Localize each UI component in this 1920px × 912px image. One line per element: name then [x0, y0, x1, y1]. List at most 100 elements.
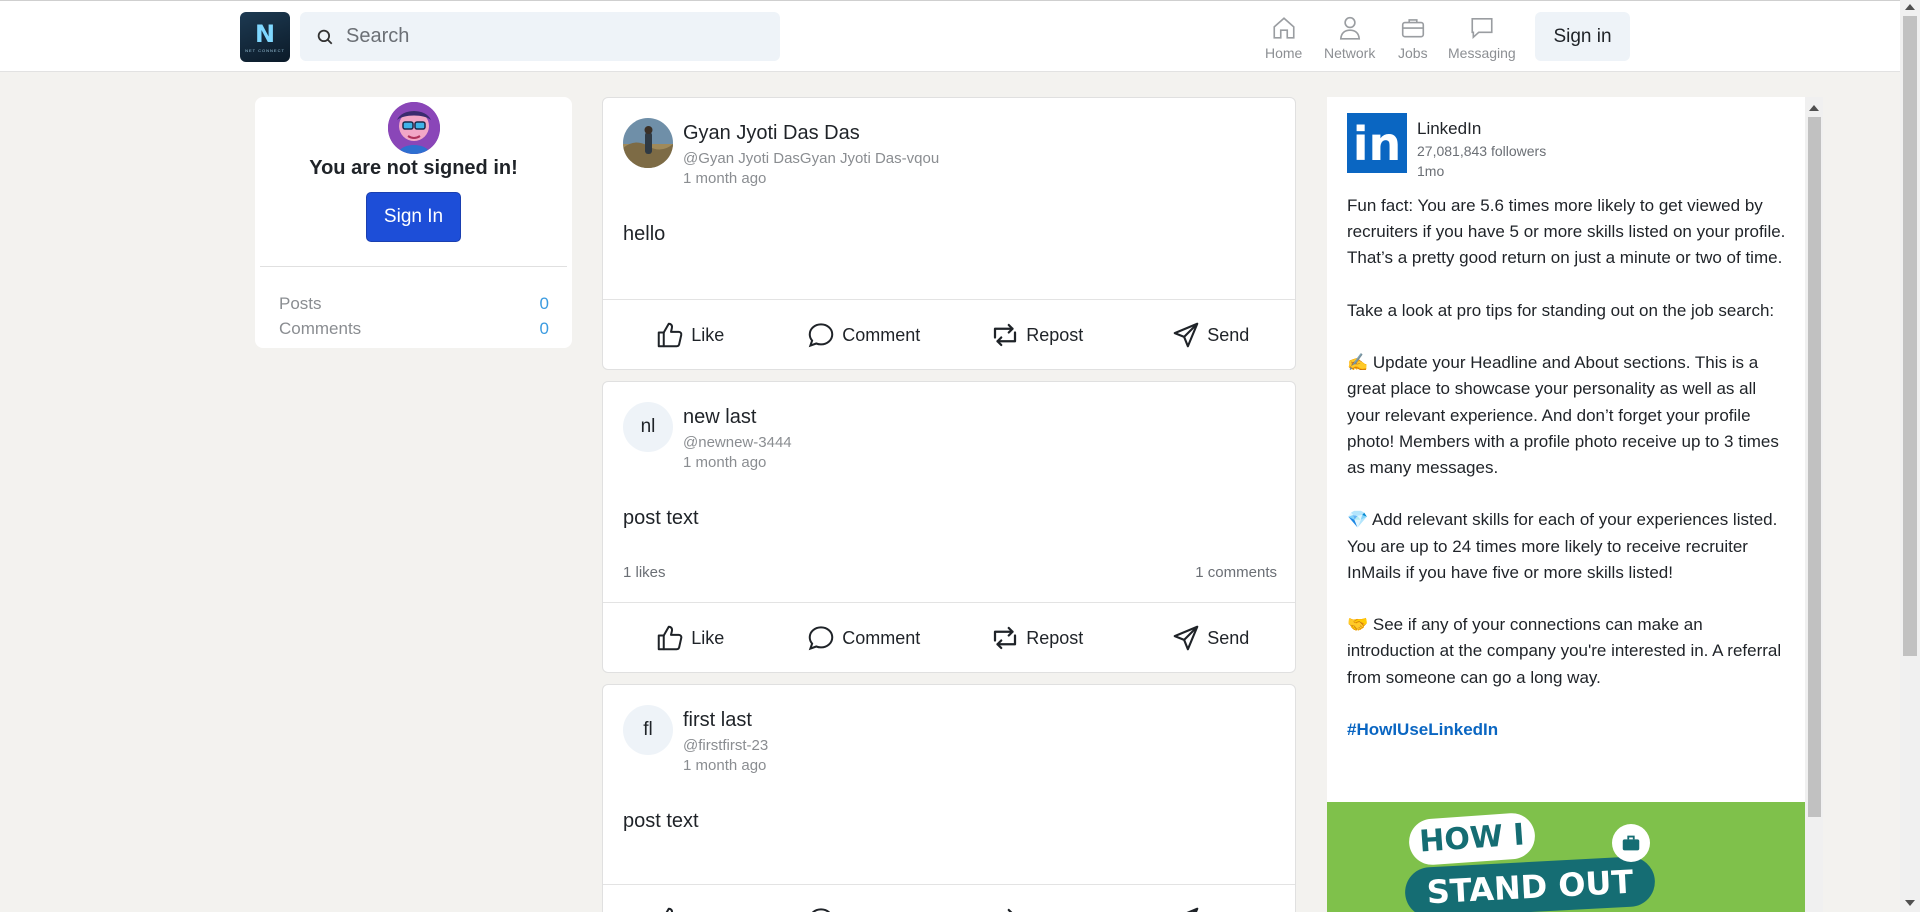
- like-label: Like: [691, 627, 725, 648]
- promo-image-line1: HOW I: [1407, 811, 1537, 867]
- post-handle: @Gyan Jyoti DasGyan Jyoti Das-vqou: [683, 150, 940, 167]
- briefcase-icon: [1401, 19, 1424, 38]
- send-icon: [1186, 907, 1199, 912]
- nav-messaging-label: Messaging: [1448, 45, 1516, 61]
- linkedin-logo-icon[interactable]: in: [1347, 113, 1407, 173]
- promo-body: Fun fact: You are 5.6 times more likely …: [1347, 193, 1787, 743]
- profile-card: You are not signed in! Sign In Posts 0 C…: [255, 97, 572, 348]
- comment-button[interactable]: Comment: [777, 300, 951, 369]
- comment-icon: [812, 908, 831, 912]
- post-author[interactable]: Gyan Jyoti Das Das: [683, 122, 860, 145]
- comment-button[interactable]: Comment: [777, 885, 951, 912]
- send-icon: [1173, 625, 1199, 651]
- search-input[interactable]: [346, 25, 766, 48]
- post-actions: Like Comment Repost Send: [603, 603, 1296, 672]
- promo-panel: in LinkedIn 27,081,843 followers 1mo Fun…: [1327, 97, 1805, 912]
- search-icon: [317, 29, 333, 44]
- comment-label: Comment: [842, 324, 921, 345]
- nav-network[interactable]: Network: [1324, 15, 1375, 61]
- repost-icon: [994, 323, 1017, 347]
- nav-home-label: Home: [1265, 45, 1303, 61]
- send-icon: [1173, 322, 1199, 348]
- panel-scrollbar[interactable]: [1805, 97, 1823, 912]
- repost-button[interactable]: Repost: [950, 300, 1124, 369]
- stat-value: 0: [539, 319, 549, 338]
- send-label: Send: [1207, 324, 1250, 345]
- promo-company[interactable]: LinkedIn: [1417, 119, 1481, 139]
- promo-followers: 27,081,843 followers: [1417, 143, 1547, 159]
- post-time: 1 month ago: [683, 757, 767, 774]
- header-signin-button[interactable]: Sign in: [1535, 12, 1630, 61]
- nav-messaging[interactable]: Messaging: [1448, 15, 1516, 61]
- post-time: 1 month ago: [683, 454, 767, 471]
- comment-label: Comment: [842, 627, 921, 648]
- promo-paragraph: Fun fact: You are 5.6 times more likely …: [1347, 196, 1786, 268]
- post-author[interactable]: first last: [683, 709, 752, 732]
- promo-paragraph: Take a look at pro tips for standing out…: [1347, 300, 1775, 320]
- post-text: hello: [623, 223, 666, 245]
- promo-hashtag[interactable]: #HowIUseLinkedIn: [1347, 717, 1787, 743]
- avatar[interactable]: fl: [623, 705, 673, 755]
- post-card: nl new last @newnew-3444 1 month ago pos…: [602, 381, 1296, 673]
- send-button[interactable]: Send: [1124, 885, 1296, 912]
- scroll-down-arrow-icon[interactable]: [1905, 900, 1915, 906]
- promo-paragraph: ✍️ Update your Headline and About sectio…: [1347, 353, 1779, 477]
- search-bar[interactable]: [300, 12, 780, 61]
- repost-label: Repost: [1026, 324, 1084, 345]
- stat-posts[interactable]: Posts 0: [279, 294, 549, 314]
- stat-comments[interactable]: Comments 0: [279, 319, 549, 339]
- window-scrollbar[interactable]: [1900, 0, 1920, 912]
- scroll-up-arrow-icon[interactable]: [1905, 4, 1915, 10]
- send-button[interactable]: Send: [1124, 603, 1296, 672]
- scrollbar-thumb[interactable]: [1903, 16, 1917, 656]
- nav-jobs-label: Jobs: [1398, 45, 1428, 61]
- sidebar-signin-button[interactable]: Sign In: [366, 192, 461, 242]
- repost-icon: [994, 626, 1017, 650]
- repost-button[interactable]: Repost: [950, 885, 1124, 912]
- user-icon: [1339, 16, 1360, 40]
- like-button[interactable]: Like: [603, 885, 777, 912]
- post-text: post text: [623, 507, 699, 529]
- like-label: Like: [691, 324, 725, 345]
- avatar[interactable]: nl: [623, 402, 673, 452]
- post-author[interactable]: new last: [683, 406, 756, 429]
- post-card: Gyan Jyoti Das Das @Gyan Jyoti DasGyan J…: [602, 97, 1296, 370]
- promo-age: 1mo: [1417, 163, 1445, 179]
- send-label: Send: [1207, 627, 1250, 648]
- nav-jobs[interactable]: Jobs: [1398, 15, 1428, 61]
- logo-subtitle: NET CONNECT: [245, 47, 285, 53]
- promo-paragraph: 🤝 See if any of your connections can mak…: [1347, 615, 1782, 687]
- scrollbar-thumb[interactable]: [1808, 117, 1821, 817]
- repost-icon: [1007, 908, 1013, 912]
- avatar: [388, 102, 440, 154]
- stat-label: Posts: [279, 294, 322, 313]
- scroll-up-arrow-icon[interactable]: [1809, 105, 1819, 111]
- send-button[interactable]: Send: [1124, 300, 1296, 369]
- repost-button[interactable]: Repost: [950, 603, 1124, 672]
- signin-status-text: You are not signed in!: [309, 157, 518, 179]
- post-meta: 1 likes 1 comments: [623, 564, 1277, 581]
- likes-count[interactable]: 1 likes: [623, 564, 666, 581]
- avatar[interactable]: [623, 118, 673, 168]
- stat-label: Comments: [279, 319, 362, 338]
- repost-label: Repost: [1026, 627, 1084, 648]
- post-time: 1 month ago: [683, 170, 767, 187]
- home-icon: [1273, 17, 1295, 39]
- message-icon: [1471, 17, 1493, 40]
- comment-icon: [808, 626, 834, 651]
- like-button[interactable]: Like: [603, 603, 777, 672]
- divider: [260, 266, 567, 267]
- stat-value: 0: [539, 294, 549, 313]
- comment-button[interactable]: Comment: [777, 603, 951, 672]
- nav-network-label: Network: [1324, 45, 1376, 61]
- thumbs-up-icon: [657, 322, 683, 348]
- like-button[interactable]: Like: [603, 300, 777, 369]
- app-logo[interactable]: N NET CONNECT: [240, 12, 290, 62]
- thumbs-up-icon: [665, 907, 674, 912]
- post-handle: @firstfirst-23: [683, 737, 769, 754]
- nav-home[interactable]: Home: [1265, 15, 1302, 61]
- comments-count[interactable]: 1 comments: [1195, 564, 1277, 581]
- thumbs-up-icon: [657, 625, 683, 651]
- promo-paragraph: 💎 Add relevant skills for each of your e…: [1347, 510, 1778, 582]
- promo-image[interactable]: HOW I STAND OUT: [1327, 802, 1805, 912]
